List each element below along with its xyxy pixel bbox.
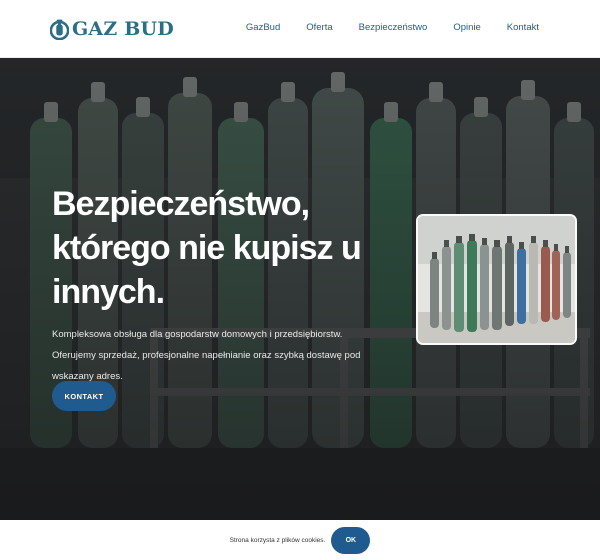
cookie-accept-button[interactable]: OK bbox=[331, 526, 371, 554]
cookie-notice-text: Strona korzysta z plików cookies. bbox=[229, 536, 326, 544]
hero-photo-cylinders bbox=[416, 214, 577, 345]
nav-item-oferta[interactable]: Oferta bbox=[306, 21, 332, 35]
main-nav: GazBud Oferta Bezpieczeństwo Opinie Kont… bbox=[220, 21, 539, 35]
hero-section: Bezpieczeństwo, którego nie kupisz u inn… bbox=[0, 58, 600, 520]
nav-item-gazbud[interactable]: GazBud bbox=[246, 21, 280, 35]
gas-cylinder-logo-icon bbox=[50, 19, 69, 40]
cookie-consent-bar: Strona korzysta z plików cookies. OK bbox=[0, 520, 600, 560]
site-header: GAZ BUD GazBud Oferta Bezpieczeństwo Opi… bbox=[0, 0, 600, 58]
nav-item-kontakt[interactable]: Kontakt bbox=[507, 21, 539, 35]
hero-title-line: innych. bbox=[52, 273, 165, 311]
contact-cta-button[interactable]: KONTAKT bbox=[52, 381, 116, 411]
nav-item-bezpieczenstwo[interactable]: Bezpieczeństwo bbox=[359, 21, 428, 35]
hero-title-line: Bezpieczeństwo, bbox=[52, 185, 310, 223]
cylinders-warehouse-image bbox=[418, 216, 575, 343]
brand-name: GAZ BUD bbox=[72, 18, 174, 40]
hero-title: Bezpieczeństwo, którego nie kupisz u inn… bbox=[52, 182, 382, 314]
site-logo[interactable]: GAZ BUD bbox=[50, 17, 174, 41]
nav-item-opinie[interactable]: Opinie bbox=[453, 21, 480, 35]
hero-title-line: którego nie kupisz u bbox=[52, 229, 362, 267]
hero-description: Kompleksowa obsługa dla gospodarstw domo… bbox=[52, 329, 361, 382]
